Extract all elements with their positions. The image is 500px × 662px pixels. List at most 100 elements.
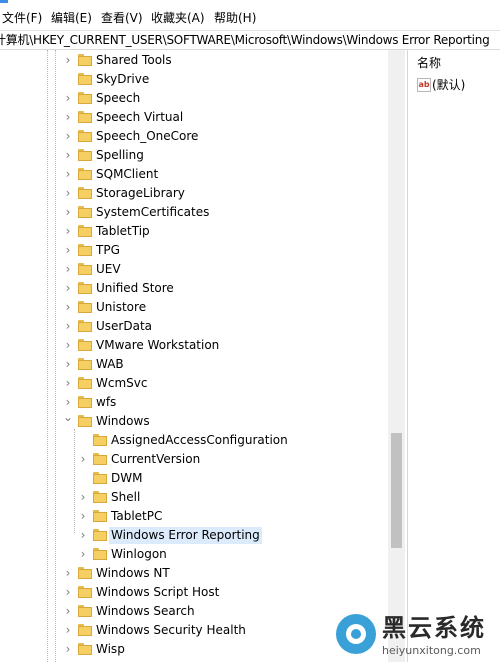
tree-item[interactable]: › Winlogon <box>0 545 388 564</box>
tree-item-label[interactable]: wfs <box>94 394 118 411</box>
tree-item[interactable]: › StorageLibrary <box>0 184 388 203</box>
tree-item-label[interactable]: Wisp <box>94 641 127 658</box>
menu-file[interactable]: 文件(F) <box>2 10 42 26</box>
chevron-right-icon[interactable]: › <box>77 452 89 466</box>
chevron-right-icon[interactable]: › <box>62 566 74 580</box>
tree-item[interactable]: › VMware Workstation <box>0 336 388 355</box>
tree-item-label[interactable]: TabletTip <box>94 223 152 240</box>
tree-item[interactable]: › CurrentVersion <box>0 450 388 469</box>
tree-item[interactable]: › UserData <box>0 317 388 336</box>
tree-item[interactable]: › Windows Error Reporting <box>0 526 388 545</box>
menu-edit[interactable]: 编辑(E) <box>51 10 92 26</box>
tree-item-label[interactable]: SQMClient <box>94 166 160 183</box>
tree-item-label[interactable]: Spelling <box>94 147 146 164</box>
tree-item-label[interactable]: Unistore <box>94 299 148 316</box>
scrollbar-thumb[interactable] <box>391 433 402 548</box>
chevron-right-icon[interactable]: › <box>77 547 89 561</box>
tree-item[interactable]: › Windows Security Health <box>0 621 388 640</box>
registry-tree[interactable]: › Shared Tools SkyDrive › Speech › Speech Virt… <box>0 50 405 662</box>
chevron-right-icon[interactable]: › <box>62 110 74 124</box>
column-header-name[interactable]: 名称 <box>417 55 441 71</box>
tree-scrollbar[interactable] <box>388 50 405 662</box>
chevron-right-icon[interactable]: › <box>62 205 74 219</box>
tree-item-label[interactable]: UserData <box>94 318 154 335</box>
tree-item-label[interactable]: Speech_OneCore <box>94 128 200 145</box>
tree-item[interactable]: › Shared Tools <box>0 51 388 70</box>
chevron-right-icon[interactable]: › <box>62 585 74 599</box>
tree-item[interactable]: SkyDrive <box>0 70 388 89</box>
tree-item[interactable]: ⌄ Windows <box>0 410 388 431</box>
tree-item[interactable]: › WcmSvc <box>0 374 388 393</box>
tree-item-label[interactable]: Windows Error Reporting <box>109 527 262 544</box>
chevron-right-icon[interactable]: › <box>62 129 74 143</box>
tree-item-label[interactable]: VMware Workstation <box>94 337 221 354</box>
tree-item[interactable]: › TPG <box>0 241 388 260</box>
chevron-right-icon[interactable]: › <box>77 490 89 504</box>
tree-item-label[interactable]: AssignedAccessConfiguration <box>109 432 290 449</box>
chevron-right-icon[interactable]: › <box>62 224 74 238</box>
chevron-right-icon[interactable]: › <box>62 319 74 333</box>
tree-item-label[interactable]: Windows Security Health <box>94 622 248 639</box>
chevron-right-icon[interactable]: › <box>62 148 74 162</box>
tree-item-label[interactable]: Speech <box>94 90 142 107</box>
tree-item[interactable]: › UEV <box>0 260 388 279</box>
chevron-right-icon[interactable]: › <box>62 281 74 295</box>
chevron-right-icon[interactable]: › <box>62 376 74 390</box>
chevron-right-icon[interactable]: › <box>62 642 74 656</box>
tree-item[interactable]: › SQMClient <box>0 165 388 184</box>
tree-item-label[interactable]: StorageLibrary <box>94 185 187 202</box>
chevron-right-icon[interactable]: › <box>62 395 74 409</box>
tree-item-label[interactable]: SkyDrive <box>94 71 151 88</box>
menu-favorites[interactable]: 收藏夹(A) <box>151 10 205 26</box>
value-row-default[interactable]: ab (默认) <box>417 77 497 95</box>
tree-item[interactable]: › Wisp <box>0 640 388 659</box>
tree-item-label[interactable]: UEV <box>94 261 123 278</box>
tree-item[interactable]: › TabletTip <box>0 222 388 241</box>
tree-item-label[interactable]: SystemCertificates <box>94 204 211 221</box>
tree-item[interactable]: › Windows Search <box>0 602 388 621</box>
chevron-right-icon[interactable]: › <box>62 91 74 105</box>
tree-item[interactable]: › TabletPC <box>0 507 388 526</box>
tree-item[interactable]: › Unistore <box>0 298 388 317</box>
tree-item-label[interactable]: TPG <box>94 242 122 259</box>
chevron-right-icon[interactable]: › <box>77 509 89 523</box>
chevron-right-icon[interactable]: › <box>62 604 74 618</box>
chevron-right-icon[interactable]: › <box>62 338 74 352</box>
tree-item-label[interactable]: WcmSvc <box>94 375 149 392</box>
tree-item-label[interactable]: TabletPC <box>109 508 164 525</box>
chevron-right-icon[interactable]: › <box>62 243 74 257</box>
chevron-right-icon[interactable]: › <box>62 53 74 67</box>
tree-item[interactable]: › Speech Virtual <box>0 108 388 127</box>
tree-item[interactable]: › Spelling <box>0 146 388 165</box>
tree-item[interactable]: DWM <box>0 469 388 488</box>
chevron-right-icon[interactable]: › <box>62 623 74 637</box>
chevron-right-icon[interactable]: › <box>62 357 74 371</box>
tree-item[interactable]: › Unified Store <box>0 279 388 298</box>
tree-item[interactable]: › SystemCertificates <box>0 203 388 222</box>
menu-help[interactable]: 帮助(H) <box>214 10 256 26</box>
tree-item-label[interactable]: WAB <box>94 356 126 373</box>
tree-item-label[interactable]: Shell <box>109 489 142 506</box>
chevron-right-icon[interactable]: › <box>62 167 74 181</box>
tree-item-label[interactable]: Unified Store <box>94 280 176 297</box>
tree-item[interactable]: › wfs <box>0 393 388 412</box>
tree-item-label[interactable]: Windows Script Host <box>94 584 221 601</box>
tree-item[interactable]: › Speech <box>0 89 388 108</box>
tree-item[interactable]: › Windows NT <box>0 564 388 583</box>
address-path[interactable]: 计算机\HKEY_CURRENT_USER\SOFTWARE\Microsoft… <box>0 32 490 49</box>
chevron-right-icon[interactable]: › <box>62 262 74 276</box>
tree-item-label[interactable]: Windows Search <box>94 603 197 620</box>
tree-item[interactable]: › WAB <box>0 355 388 374</box>
tree-item-label[interactable]: DWM <box>109 470 144 487</box>
tree-item-label[interactable]: Shared Tools <box>94 52 174 69</box>
chevron-right-icon[interactable]: › <box>62 300 74 314</box>
chevron-down-icon[interactable]: ⌄ <box>62 410 74 424</box>
address-bar[interactable]: 计算机\HKEY_CURRENT_USER\SOFTWARE\Microsoft… <box>0 30 500 50</box>
tree-item[interactable]: › Windows Script Host <box>0 583 388 602</box>
tree-item[interactable]: › Speech_OneCore <box>0 127 388 146</box>
tree-item-label[interactable]: CurrentVersion <box>109 451 202 468</box>
chevron-right-icon[interactable]: › <box>77 528 89 542</box>
tree-item[interactable]: › Shell <box>0 488 388 507</box>
tree-item-label[interactable]: Speech Virtual <box>94 109 185 126</box>
tree-item-label[interactable]: Winlogon <box>109 546 169 563</box>
